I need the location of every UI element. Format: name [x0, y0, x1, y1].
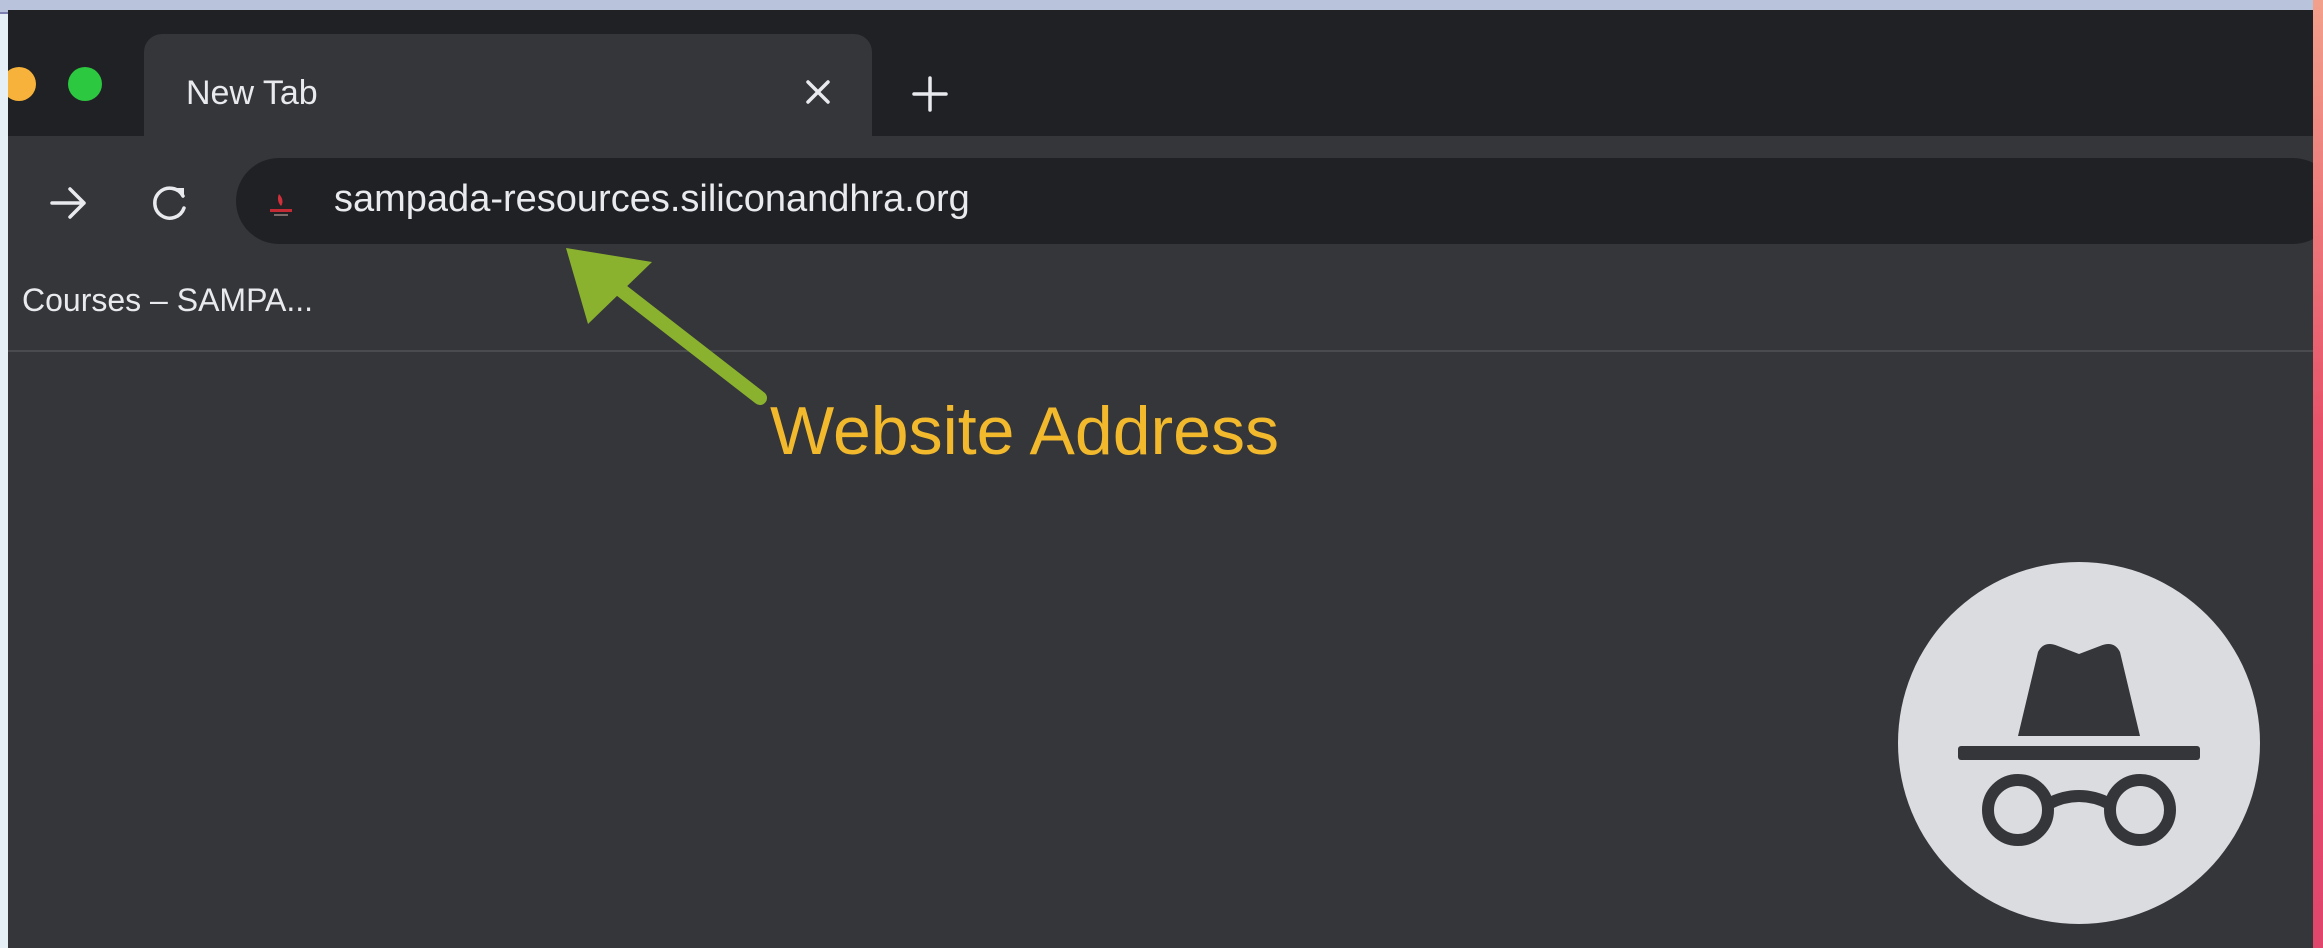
minimize-window-button[interactable] [8, 67, 36, 101]
annotation-arrow-icon [548, 238, 778, 418]
plus-icon[interactable] [908, 72, 952, 116]
incognito-badge [1898, 562, 2260, 924]
arrow-right-icon[interactable] [46, 180, 92, 226]
desktop-right-edge [2313, 0, 2323, 948]
zoom-window-button[interactable] [68, 67, 102, 101]
close-icon[interactable] [798, 72, 838, 112]
bookmark-item[interactable]: Courses – SAMPA... [22, 282, 313, 319]
reload-icon[interactable] [146, 178, 194, 226]
bookmarks-bar: Courses – SAMPA... [8, 254, 2313, 352]
incognito-icon [1958, 632, 2200, 852]
address-bar[interactable]: sampada-resources.siliconandhra.org [236, 158, 2313, 244]
url-text: sampada-resources.siliconandhra.org [334, 178, 970, 220]
tab-title: New Tab [186, 74, 318, 112]
site-favicon [266, 188, 296, 218]
toolbar: sampada-resources.siliconandhra.org [8, 136, 2313, 254]
tab-strip: New Tab [8, 10, 2313, 136]
browser-window: New Tab sampada-resources.siliconandhra.… [8, 10, 2313, 948]
annotation-label: Website Address [770, 393, 1280, 469]
tab-new-tab[interactable]: New Tab [144, 34, 872, 136]
